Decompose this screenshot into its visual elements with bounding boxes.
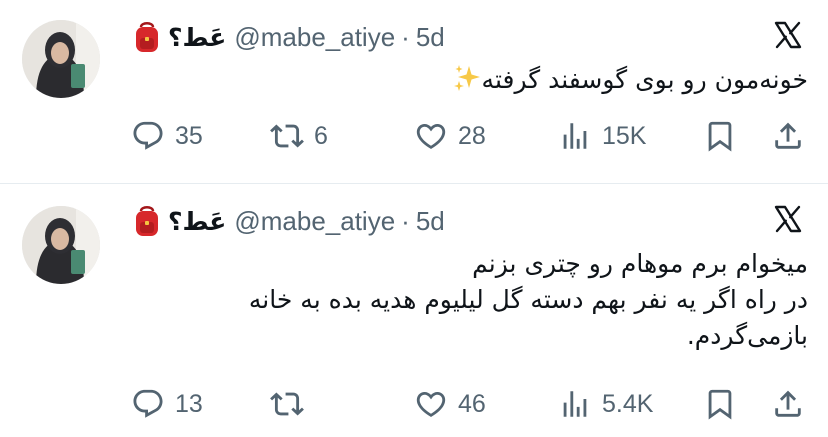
tweet-text: خونه‌مون رو بوی گوسفند گرفته bbox=[448, 62, 808, 98]
separator-dot: · bbox=[401, 21, 410, 52]
bookmark-button[interactable] bbox=[703, 116, 737, 156]
separator-dot: · bbox=[401, 205, 410, 236]
views-button[interactable]: 5.4K bbox=[558, 384, 653, 424]
share-icon bbox=[775, 390, 801, 417]
avatar[interactable] bbox=[22, 206, 100, 284]
like-icon bbox=[416, 123, 446, 149]
sparkles-emoji-icon bbox=[453, 65, 480, 91]
tweet-text-line: در راه اگر یه نفر بهم دسته گل لیلیوم هدی… bbox=[248, 285, 808, 314]
retweet-icon bbox=[270, 392, 304, 416]
share-button[interactable] bbox=[771, 116, 805, 156]
avatar[interactable] bbox=[22, 20, 100, 98]
like-button[interactable]: 46 bbox=[414, 384, 486, 424]
retweet-icon bbox=[270, 124, 304, 148]
tweet-card[interactable]: عَط؟ @mabe_atiye · 5d خونه‌مون رو بوی گو… bbox=[0, 0, 828, 183]
reply-button[interactable]: 35 bbox=[131, 116, 203, 156]
views-button[interactable]: 15K bbox=[558, 116, 646, 156]
author-display-name[interactable]: عَط؟ bbox=[168, 207, 226, 236]
backpack-emoji-icon bbox=[136, 22, 158, 52]
bookmark-icon bbox=[708, 121, 732, 152]
like-icon bbox=[416, 391, 446, 417]
retweet-button[interactable]: 6 bbox=[270, 116, 328, 156]
x-logo-icon[interactable] bbox=[773, 204, 803, 234]
author-handle[interactable]: @mabe_atiye bbox=[234, 206, 395, 237]
like-count: 46 bbox=[458, 389, 486, 418]
tweet-text: میخوام برم موهام رو چتری بزنم در راه اگر… bbox=[128, 246, 808, 354]
author-display-name[interactable]: عَط؟ bbox=[168, 23, 226, 52]
reply-button[interactable]: 13 bbox=[131, 384, 203, 424]
retweet-count: 6 bbox=[314, 121, 328, 150]
views-icon bbox=[563, 391, 587, 417]
reply-count: 13 bbox=[175, 389, 203, 418]
share-icon bbox=[775, 122, 801, 149]
backpack-emoji-icon bbox=[136, 206, 158, 236]
tweet-header: عَط؟ @mabe_atiye · 5d bbox=[132, 19, 445, 55]
tweet-timestamp[interactable]: 5d bbox=[416, 22, 445, 53]
tweet-timestamp[interactable]: 5d bbox=[416, 206, 445, 237]
reply-icon bbox=[133, 121, 163, 150]
tweet-card[interactable]: عَط؟ @mabe_atiye · 5d میخوام برم موهام ر… bbox=[0, 184, 828, 437]
tweet-header: عَط؟ @mabe_atiye · 5d bbox=[132, 203, 445, 239]
reply-icon bbox=[133, 389, 163, 418]
like-button[interactable]: 28 bbox=[414, 116, 486, 156]
tweet-text-line: میخوام برم موهام رو چتری بزنم bbox=[472, 249, 808, 278]
tweet-actions: 35 6 28 15K bbox=[0, 116, 828, 156]
retweet-button[interactable] bbox=[270, 384, 314, 424]
tweet-text-line: خونه‌مون رو بوی گوسفند گرفته bbox=[481, 65, 808, 94]
share-button[interactable] bbox=[771, 384, 805, 424]
views-icon bbox=[563, 123, 587, 149]
views-count: 15K bbox=[602, 121, 647, 150]
tweet-text-line: بازمی‌گردم. bbox=[686, 321, 808, 350]
tweet-actions: 13 46 5.4K bbox=[0, 384, 828, 424]
author-handle[interactable]: @mabe_atiye bbox=[234, 22, 395, 53]
like-count: 28 bbox=[458, 121, 486, 150]
reply-count: 35 bbox=[175, 121, 203, 150]
bookmark-icon bbox=[708, 389, 732, 420]
bookmark-button[interactable] bbox=[703, 384, 737, 424]
x-logo-icon[interactable] bbox=[773, 20, 803, 50]
views-count: 5.4K bbox=[602, 389, 654, 418]
